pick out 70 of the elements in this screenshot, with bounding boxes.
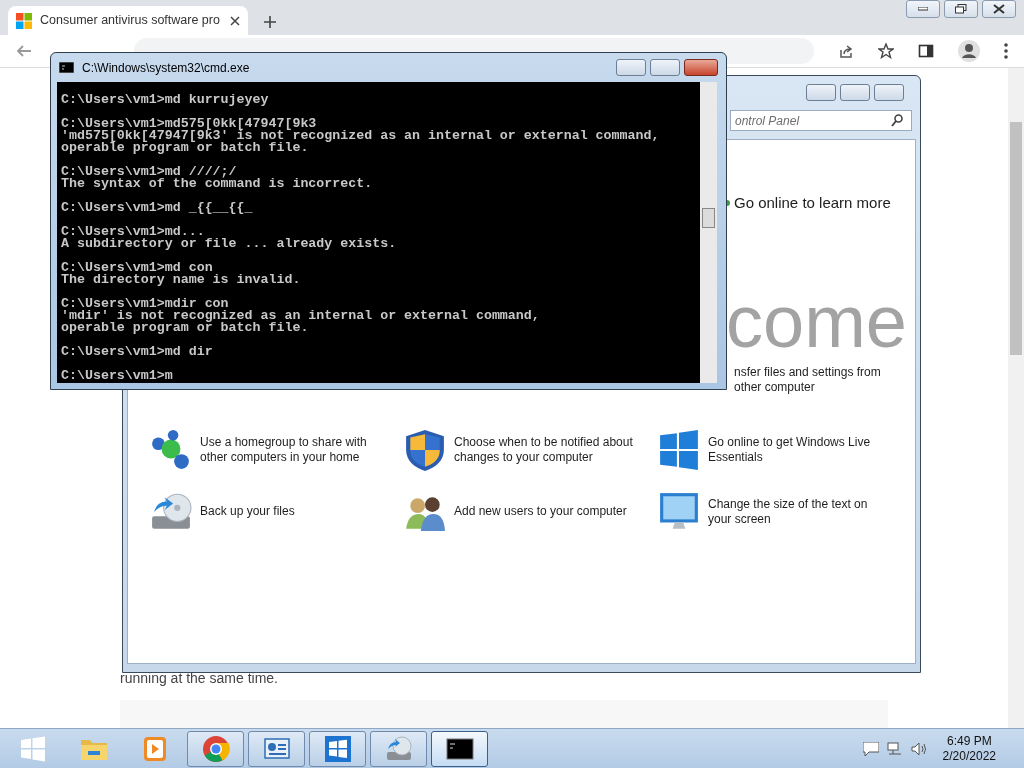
- back-icon[interactable]: [16, 43, 31, 59]
- console-line: C:\Users\vm1>md con: [61, 262, 213, 274]
- console-line: The directory name is invalid.: [61, 274, 302, 286]
- message-icon[interactable]: [862, 741, 879, 756]
- maximize-button[interactable]: [650, 59, 680, 76]
- welcome-heading: come: [726, 284, 908, 359]
- clock[interactable]: 6:49 PM 2/20/2022: [942, 733, 996, 764]
- console-line: The syntax of the command is incorrect.: [61, 178, 374, 190]
- task-link[interactable]: Go online to get Windows Live Essentials: [708, 434, 893, 465]
- restore-button[interactable]: [944, 0, 978, 18]
- homegroup-icon: [150, 428, 192, 471]
- console-line: operable program or batch file.: [61, 322, 310, 334]
- windows-logo-icon: [16, 12, 32, 29]
- task-link[interactable]: Change the size of the text on your screen: [708, 496, 893, 527]
- star-icon[interactable]: [878, 43, 894, 59]
- new-tab-icon[interactable]: [264, 16, 276, 28]
- clock-date: 2/20/2022: [942, 748, 996, 764]
- minimize-button[interactable]: [806, 84, 836, 101]
- windows-logo-icon: [323, 734, 352, 763]
- text-line: nsfer files and settings from: [734, 364, 882, 380]
- scroll-thumb[interactable]: [1010, 122, 1022, 355]
- close-button[interactable]: [684, 59, 718, 76]
- minimize-button[interactable]: [616, 59, 646, 76]
- search-field[interactable]: ontrol Panel: [730, 110, 912, 131]
- scroll-thumb[interactable]: [702, 208, 715, 228]
- task-link[interactable]: Choose when to be notified about changes to your computer: [454, 434, 639, 465]
- browser-icon: [201, 734, 230, 763]
- console-line: operable program or batch file.: [61, 142, 309, 154]
- minimize-icon: [918, 7, 928, 11]
- scrollbar[interactable]: [700, 82, 717, 383]
- maximize-button[interactable]: [840, 84, 870, 101]
- volume-icon[interactable]: [910, 741, 927, 756]
- taskbar-button[interactable]: [431, 730, 488, 767]
- console-line: C:\Users\vm1>m: [61, 370, 174, 382]
- console-line: C:\Users\vm1>md dir: [61, 346, 214, 358]
- console-line: C:\Users\vm1>md ////;/: [61, 166, 237, 178]
- shield-icon: [404, 428, 446, 471]
- window-title: C:\Windows\system32\cmd.exe: [82, 59, 250, 77]
- scrollbar[interactable]: [1008, 68, 1024, 728]
- restore-icon: [955, 4, 967, 14]
- share-icon[interactable]: [838, 43, 854, 59]
- console-line: A subdirectory or file ... already exists.: [61, 238, 398, 250]
- tab-title: Consumer antivirus software pro: [40, 12, 220, 30]
- close-icon: [993, 4, 1005, 14]
- clock-time: 6:49 PM: [945, 733, 993, 749]
- learn-more-link[interactable]: Go online to learn more: [734, 192, 891, 215]
- backup-icon: [384, 734, 413, 763]
- console-line: 'md575[0kk[47947[9k3' is not recognized as an internal or external command,: [61, 130, 661, 142]
- task-link[interactable]: Add new users to your computer: [454, 504, 627, 519]
- network-icon[interactable]: [886, 741, 903, 756]
- windows-icon: [658, 428, 700, 471]
- close-button[interactable]: [982, 0, 1016, 18]
- browser-tab[interactable]: Consumer antivirus software pro: [8, 6, 248, 35]
- console-line: C:\Users\vm1>mdir con: [61, 298, 229, 310]
- windows-logo-icon: [18, 734, 47, 763]
- close-icon[interactable]: [230, 15, 240, 26]
- page-text: running at the same time.: [120, 669, 278, 688]
- task-link[interactable]: Use a homegroup to share with other computers in your home: [200, 434, 385, 465]
- console-line: 'mdir' is not recognized as an internal or external command,: [61, 310, 541, 322]
- menu-icon[interactable]: [1004, 43, 1008, 59]
- console-icon: [59, 62, 74, 73]
- console-line: C:\Users\vm1>md _{{__{{_: [61, 202, 254, 214]
- console-line: C:\Users\vm1>md575[0kk[47947[9k3: [61, 118, 317, 130]
- profile-icon[interactable]: [958, 40, 980, 62]
- search-icon: [891, 114, 903, 127]
- console-line: C:\Users\vm1>md kurrujeyey: [61, 94, 270, 106]
- side-panel-icon[interactable]: [918, 43, 934, 59]
- console-line: C:\Users\vm1>md...: [61, 226, 205, 238]
- text-line: other computer: [734, 379, 816, 395]
- task-link[interactable]: Back up your files: [200, 504, 295, 519]
